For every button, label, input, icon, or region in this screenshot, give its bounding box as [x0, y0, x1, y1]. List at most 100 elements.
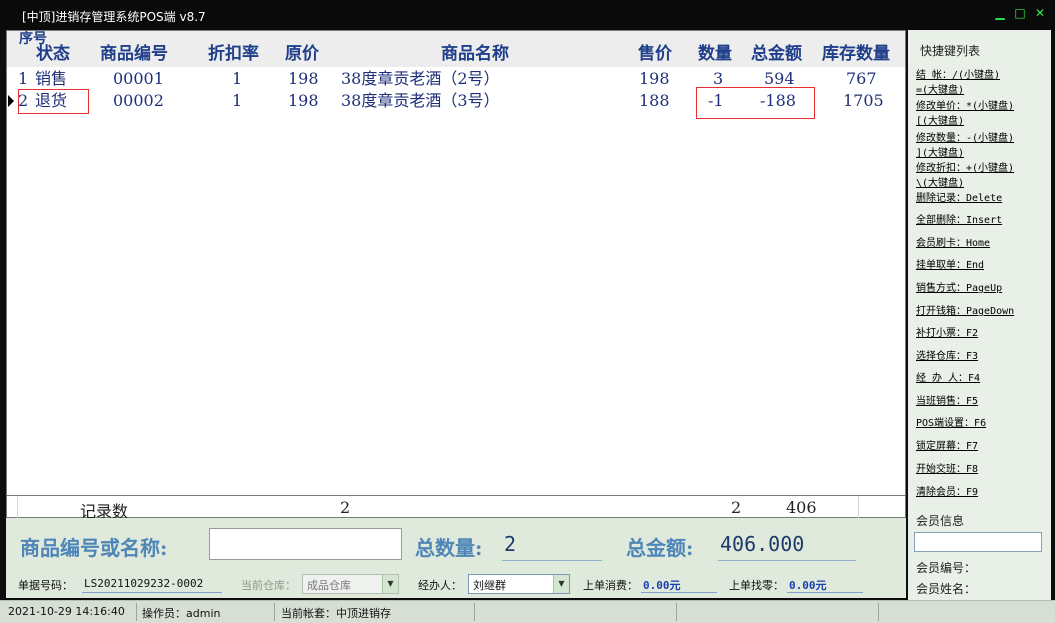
shortcut-warehouse: 选择仓库：F3 [916, 351, 979, 362]
total-amount-label: 总金额: [626, 536, 694, 560]
shortcut-edit-price: 修改单价：*(小键盘) [916, 101, 1015, 112]
shortcut-open-drawer: 打开钱箱：PageDown [916, 306, 1015, 317]
warehouse-value: 成品仓库 [307, 579, 351, 592]
cell-code: 00002 [113, 91, 164, 110]
return-status-highlight [18, 89, 89, 114]
cell-orig-price: 198 [288, 91, 319, 110]
code-entry-label: 商品编号或名称: [20, 536, 168, 560]
shortcut-shift-handover: 开始交班：F8 [916, 464, 979, 475]
status-separator [676, 603, 677, 621]
col-stock: 库存数量 [822, 44, 890, 64]
shortcut-panel: 快捷键列表 结 帐：/(小键盘) =(大键盘) 修改单价：*(小键盘) [(大键… [908, 30, 1051, 508]
cell-name: 38度章贡老酒（2号） [341, 69, 500, 88]
status-operator: 操作员：admin [142, 607, 221, 620]
qty-total: 2 [731, 498, 742, 517]
status-account: 当前帐套：中顶进销存 [281, 607, 391, 620]
warehouse-select[interactable]: 成品仓库 ▼ [302, 574, 399, 594]
shortcut-handler: 经 办 人：F4 [916, 373, 981, 384]
col-name: 商品名称 [441, 44, 509, 64]
negative-amount-highlight [696, 87, 815, 119]
status-separator [474, 603, 475, 621]
record-count: 2 [340, 498, 351, 517]
last-change-underline [787, 592, 863, 593]
title-bar: [中顶]进销存管理系统POS端 v8.7 ▁ □ ✕ [0, 0, 1055, 30]
total-qty-label: 总数量: [415, 536, 483, 560]
shortcut-delete-all: 全部删除：Insert [916, 215, 1003, 226]
shortcut-checkout: 结 帐：/(小键盘) [916, 70, 1001, 81]
shortcut-checkout-alt: =(大键盘) [916, 85, 965, 96]
shortcut-clear-member: 清除会员：F9 [916, 487, 979, 498]
shortcut-reprint: 补打小票：F2 [916, 328, 979, 339]
col-discount: 折扣率 [208, 44, 259, 64]
status-datetime: 2021-10-29 14:16:40 [8, 605, 125, 618]
shortcut-pos-settings: POS端设置：F6 [916, 418, 987, 429]
chevron-down-icon[interactable]: ▼ [553, 575, 569, 593]
member-card-input[interactable] [914, 532, 1042, 552]
total-amount-value: 406.000 [720, 532, 805, 556]
handler-value: 刘继群 [473, 579, 506, 592]
shortcut-delete: 删除记录：Delete [916, 193, 1003, 204]
sales-grid[interactable]: 序号 状态 商品编号 折扣率 原价 商品名称 售价 数量 总金额 库存数量 1 … [6, 30, 906, 521]
last-change-label: 上单找零： [729, 579, 784, 592]
status-separator [136, 603, 137, 621]
cell-stock: 1705 [843, 91, 884, 110]
cell-code: 00001 [113, 69, 164, 88]
maximize-icon[interactable]: □ [1013, 6, 1027, 20]
col-qty: 数量 [698, 44, 732, 64]
entry-band: 商品编号或名称: 总数量: 2 总金额: 406.000 [6, 518, 906, 570]
window-title: [中顶]进销存管理系统POS端 v8.7 [22, 10, 206, 24]
last-spend-label: 上单消费： [583, 579, 638, 592]
shortcut-edit-discount-alt: \(大键盘) [916, 178, 965, 189]
col-status: 状态 [36, 44, 70, 64]
grid-footer: 记录数 2 2 406 [7, 495, 905, 521]
shortcut-member-card: 会员刷卡：Home [916, 238, 991, 249]
shortcut-lock-screen: 锁定屏幕：F7 [916, 441, 979, 452]
cell-stock: 767 [846, 69, 877, 88]
col-orig-price: 原价 [285, 44, 319, 64]
current-row-pointer-icon [8, 95, 14, 107]
status-bar: 2021-10-29 14:16:40 操作员：admin 当前帐套：中顶进销存 [0, 600, 1055, 623]
shortcut-sale-mode: 销售方式：PageUp [916, 283, 1003, 294]
member-title: 会员信息 [916, 514, 965, 528]
cell-discount: 1 [232, 91, 243, 110]
col-seq: 序号 [19, 31, 47, 47]
grid-header: 序号 状态 商品编号 折扣率 原价 商品名称 售价 数量 总金额 库存数量 [7, 31, 905, 67]
cell-seq: 1 [18, 69, 29, 88]
status-separator [878, 603, 879, 621]
status-separator [274, 603, 275, 621]
shortcut-edit-qty: 修改数量：-(小键盘) [916, 133, 1015, 144]
order-no-underline [82, 592, 222, 593]
member-name-label: 会员姓名： [916, 582, 977, 596]
col-amount: 总金额 [751, 44, 802, 64]
cell-status: 销售 [35, 69, 68, 88]
cell-price: 188 [639, 91, 670, 110]
order-no-label: 单据号码： [18, 579, 73, 592]
minimize-icon[interactable]: ▁ [993, 6, 1007, 20]
last-spend-underline [641, 592, 717, 593]
total-qty-value: 2 [504, 532, 517, 556]
order-no: LS20211029232-0002 [84, 577, 204, 590]
shortcut-hold-order: 挂单取单：End [916, 260, 985, 271]
cell-orig-price: 198 [288, 69, 319, 88]
order-info-bar: 单据号码： LS20211029232-0002 当前仓库： 成品仓库 ▼ 经办… [6, 570, 906, 598]
footer-divider [858, 496, 859, 518]
code-entry-input[interactable] [209, 528, 402, 560]
cell-price: 198 [639, 69, 670, 88]
warehouse-label: 当前仓库： [241, 579, 296, 592]
cell-discount: 1 [232, 69, 243, 88]
qty-underline [502, 560, 602, 561]
last-change-value: 0.00元 [789, 579, 827, 592]
cell-name: 38度章贡老酒（3号） [341, 91, 500, 110]
amount-total: 406 [786, 498, 817, 517]
shortcut-panel-title: 快捷键列表 [920, 44, 981, 58]
handler-select[interactable]: 刘继群 ▼ [468, 574, 570, 594]
shortcut-edit-discount: 修改折扣：+(小键盘) [916, 163, 1015, 174]
col-price: 售价 [638, 44, 672, 64]
shortcut-shift-sales: 当班销售：F5 [916, 396, 979, 407]
close-icon[interactable]: ✕ [1033, 6, 1047, 20]
chevron-down-icon[interactable]: ▼ [382, 575, 398, 593]
amount-underline [718, 560, 856, 561]
member-no-label: 会员编号： [916, 561, 977, 575]
col-code: 商品编号 [100, 44, 168, 64]
handler-label: 经办人： [418, 579, 462, 592]
